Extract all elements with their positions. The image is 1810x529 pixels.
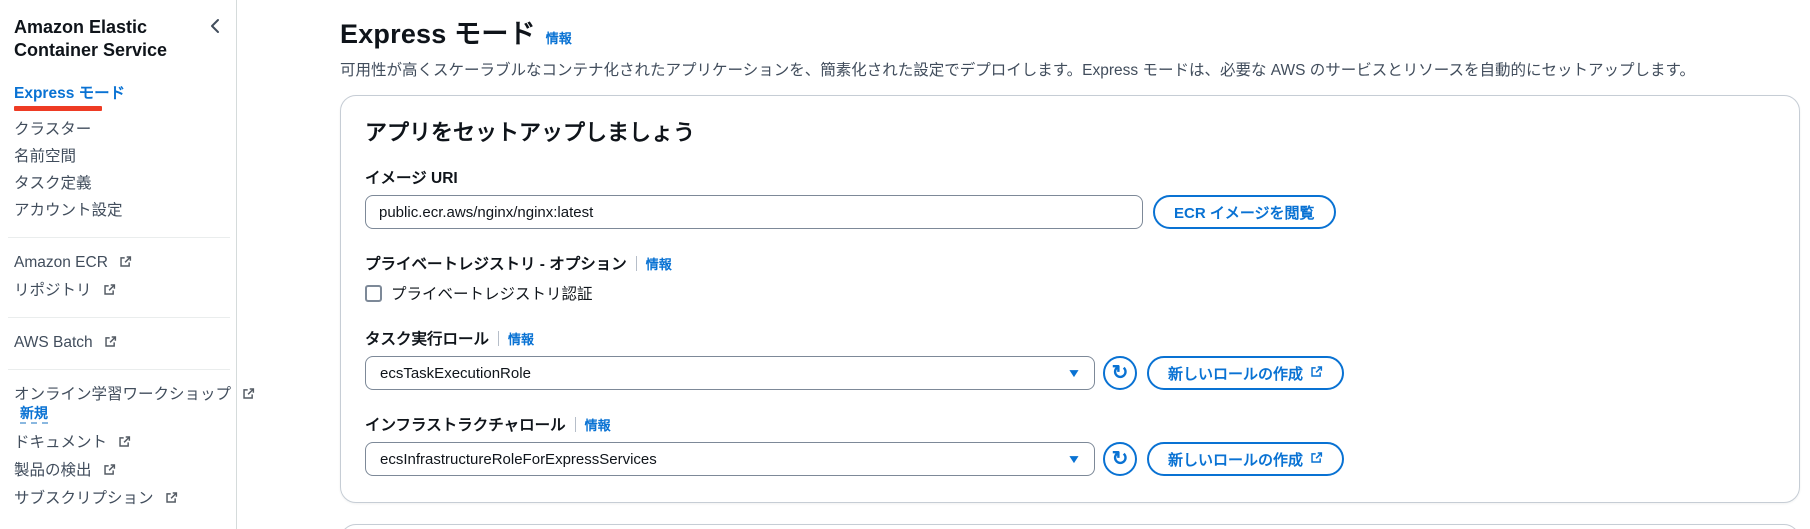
- refresh-icon: ↻: [1111, 362, 1129, 384]
- create-new-role-button[interactable]: 新しいロールの作成: [1147, 356, 1345, 390]
- info-link[interactable]: 情報: [646, 254, 672, 273]
- external-link-icon: [1310, 451, 1323, 468]
- external-link-icon: [103, 463, 116, 480]
- private-registry-label: プライベートレジストリ - オプション: [365, 256, 627, 273]
- create-new-role-button[interactable]: 新しいロールの作成: [1147, 442, 1345, 476]
- chevron-left-icon: [211, 19, 219, 33]
- external-link-icon: [165, 491, 178, 508]
- infrastructure-role-field: インフラストラクチャロール 情報 ecsInfrastructureRoleFo…: [365, 413, 1775, 476]
- caret-down-icon: ▼: [1066, 366, 1082, 380]
- sidebar-collapse-button[interactable]: [210, 18, 220, 39]
- image-uri-field: イメージ URI ECR イメージを閲覧: [365, 166, 1775, 229]
- sidebar-divider: [8, 368, 230, 370]
- main-content: Express モード 情報 可用性が高くスケーラブルなコンテナ化されたアプリケ…: [238, 0, 1810, 529]
- sidebar-item-task-definitions[interactable]: タスク定義: [14, 176, 226, 192]
- refresh-icon: ↻: [1111, 448, 1129, 470]
- infra-role-select[interactable]: ecsInfrastructureRoleForExpressServices …: [365, 442, 1095, 476]
- sidebar-item-documentation[interactable]: ドキュメント: [14, 434, 226, 452]
- sidebar-item-aws-batch[interactable]: AWS Batch: [14, 334, 226, 352]
- page-header: Express モード 情報: [340, 12, 1800, 51]
- sidebar-item-subscriptions[interactable]: サブスクリプション: [14, 491, 226, 508]
- task-role-selected-value: ecsTaskExecutionRole: [380, 364, 531, 382]
- annotation-red-underline: [14, 106, 102, 112]
- external-link-icon: [118, 435, 131, 452]
- private-registry-auth-checkbox-row[interactable]: プライベートレジストリ認証: [365, 282, 1775, 304]
- info-link[interactable]: 情報: [508, 329, 534, 348]
- checkbox-unchecked[interactable]: [365, 284, 382, 302]
- external-link-icon: [103, 283, 116, 300]
- other-settings-expander[interactable]: ▶ その他の設定 - オプション: [340, 524, 1800, 529]
- sidebar-item-amazon-ecr[interactable]: Amazon ECR: [14, 254, 226, 272]
- sidebar-nav: Express モード クラスター 名前空間 タスク定義 アカウント設定 Ama…: [8, 86, 255, 508]
- sidebar-item-clusters[interactable]: クラスター: [14, 122, 226, 138]
- external-link-icon: [242, 387, 255, 404]
- sidebar-divider: [8, 316, 230, 318]
- sidebar: Amazon Elastic Container Service Express…: [0, 0, 255, 529]
- page-description: 可用性が高くスケーラブルなコンテナ化されたアプリケーションを、簡素化された設定で…: [340, 62, 1695, 79]
- sidebar-item-namespaces[interactable]: 名前空間: [14, 149, 226, 165]
- info-link[interactable]: 情報: [546, 28, 572, 47]
- sidebar-item-repositories[interactable]: リポジトリ: [14, 282, 226, 300]
- task-role-select[interactable]: ecsTaskExecutionRole ▼: [365, 356, 1095, 390]
- private-registry-section: プライベートレジストリ - オプション 情報 プライベートレジストリ認証: [365, 252, 1775, 304]
- checkbox-label: プライベートレジストリ認証: [391, 286, 593, 303]
- browse-ecr-images-button[interactable]: ECR イメージを閲覧: [1153, 195, 1336, 229]
- task-role-label: タスク実行ロール: [365, 331, 490, 348]
- external-link-icon: [104, 335, 117, 352]
- sidebar-header: Amazon Elastic Container Service: [14, 16, 236, 62]
- task-execution-role-field: タスク実行ロール 情報 ecsTaskExecutionRole ▼ ↻ 新しい…: [365, 327, 1775, 390]
- image-uri-label: イメージ URI: [365, 170, 458, 187]
- sidebar-item-product-discovery[interactable]: 製品の検出: [14, 463, 226, 480]
- sidebar-divider: [8, 236, 230, 238]
- infra-role-selected-value: ecsInfrastructureRoleForExpressServices: [380, 450, 657, 468]
- service-title: Amazon Elastic Container Service: [14, 17, 168, 61]
- label-separator: [635, 255, 637, 271]
- label-separator: [574, 416, 576, 432]
- page-title: Express モード: [340, 19, 536, 49]
- setup-card: アプリをセットアップしましょう イメージ URI ECR イメージを閲覧 プライ…: [340, 95, 1800, 503]
- sidebar-item-express-mode[interactable]: Express モード: [14, 86, 226, 112]
- sidebar-item-account-settings[interactable]: アカウント設定: [14, 203, 226, 219]
- infra-role-label: インフラストラクチャロール: [365, 417, 566, 434]
- info-link[interactable]: 情報: [585, 415, 611, 434]
- label-separator: [498, 330, 500, 346]
- image-uri-input[interactable]: [365, 195, 1143, 229]
- external-link-icon: [1310, 365, 1323, 382]
- new-badge[interactable]: 新規: [20, 405, 48, 424]
- refresh-button[interactable]: ↻: [1103, 442, 1137, 476]
- setup-card-title: アプリをセットアップしましょう: [365, 120, 696, 145]
- sidebar-item-online-workshop[interactable]: オンライン学習ワークショップ 新規: [14, 386, 255, 424]
- refresh-button[interactable]: ↻: [1103, 356, 1137, 390]
- external-link-icon: [119, 255, 132, 272]
- caret-down-icon: ▼: [1066, 452, 1082, 466]
